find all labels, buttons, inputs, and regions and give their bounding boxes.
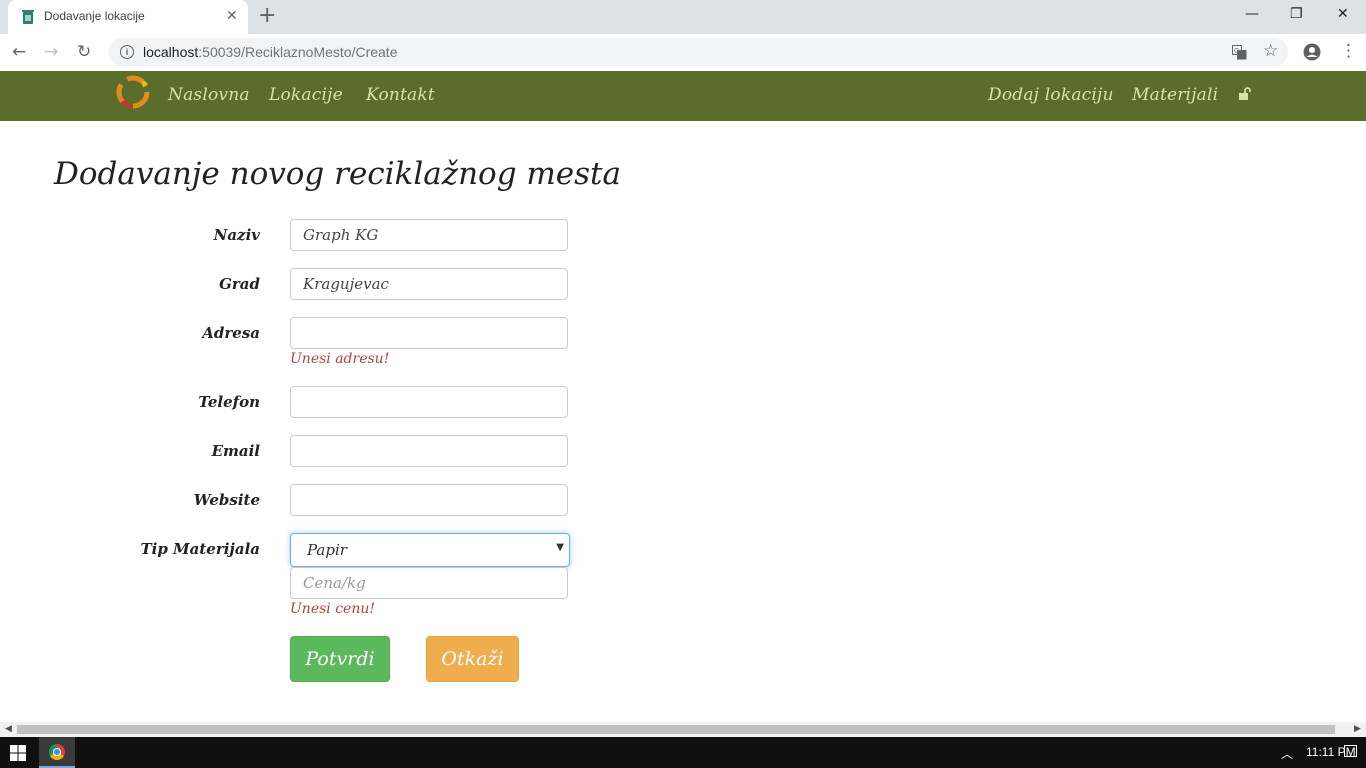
potvrdi-button[interactable]: Potvrdi bbox=[290, 636, 390, 682]
url-path: :50039/ReciklaznoMesto/Create bbox=[198, 44, 398, 60]
telefon-input[interactable] bbox=[290, 386, 568, 418]
website-input[interactable] bbox=[290, 484, 568, 516]
tip-materijala-selected: Papir bbox=[307, 541, 347, 559]
cena-error: Unesi cenu! bbox=[290, 601, 375, 617]
browser-toolbar: ← → ↻ i localhost:50039/ReciklaznoMesto/… bbox=[0, 34, 1366, 72]
horizontal-scrollbar[interactable]: ◀ ▶ bbox=[0, 722, 1366, 737]
profile-avatar-icon[interactable] bbox=[1303, 43, 1321, 61]
nav-kontakt[interactable]: Kontakt bbox=[366, 85, 435, 105]
window-close-icon[interactable]: ✕ bbox=[1337, 6, 1349, 22]
url-host: localhost bbox=[143, 44, 199, 60]
reload-icon[interactable]: ↻ bbox=[77, 42, 91, 62]
tip-materijala-select[interactable]: Papir ▼ bbox=[290, 533, 570, 567]
website-label: Website bbox=[193, 491, 260, 509]
naziv-label: Naziv bbox=[213, 226, 260, 244]
cena-input[interactable] bbox=[290, 567, 568, 599]
translate-icon[interactable]: G bbox=[1232, 45, 1247, 60]
page-title: Dodavanje novog reciklažnog mesta bbox=[54, 156, 621, 192]
nav-dodaj-lokaciju[interactable]: Dodaj lokaciju bbox=[988, 85, 1114, 105]
browser-tab-strip: Dodavanje lokacije ✕ + — ❐ ✕ bbox=[0, 0, 1366, 34]
windows-taskbar: ︿ 11:11 PM bbox=[0, 737, 1366, 768]
telefon-label: Telefon bbox=[198, 393, 260, 411]
site-info-icon[interactable]: i bbox=[120, 45, 134, 59]
grad-label: Grad bbox=[219, 275, 260, 293]
restore-icon[interactable]: ❐ bbox=[1290, 6, 1303, 22]
tip-materijala-label: Tip Materijala bbox=[140, 540, 260, 558]
taskbar-chrome-button[interactable] bbox=[39, 737, 75, 768]
adresa-input[interactable] bbox=[290, 317, 568, 349]
bookmark-star-icon[interactable]: ☆ bbox=[1263, 41, 1278, 61]
new-tab-icon[interactable]: + bbox=[258, 5, 276, 27]
url-text[interactable]: localhost:50039/ReciklaznoMesto/Create bbox=[143, 44, 398, 60]
forward-icon[interactable]: → bbox=[44, 42, 58, 62]
scroll-right-icon[interactable]: ▶ bbox=[1354, 724, 1361, 734]
email-input[interactable] bbox=[290, 435, 568, 467]
browser-tab[interactable]: Dodavanje lokacije ✕ bbox=[8, 0, 248, 34]
grad-input[interactable] bbox=[290, 268, 568, 300]
otkazi-button[interactable]: Otkaži bbox=[426, 636, 519, 682]
tab-title: Dodavanje lokacije bbox=[44, 9, 145, 23]
nav-lokacije[interactable]: Lokacije bbox=[269, 85, 343, 105]
windows-start-icon[interactable] bbox=[10, 745, 26, 761]
minimize-icon[interactable]: — bbox=[1245, 6, 1259, 22]
chrome-icon bbox=[49, 744, 65, 760]
naziv-input[interactable] bbox=[290, 219, 568, 251]
svg-text:G: G bbox=[1234, 48, 1239, 55]
tray-chevron-up-icon[interactable]: ︿ bbox=[1281, 745, 1293, 762]
nav-naslovna[interactable]: Naslovna bbox=[168, 85, 250, 105]
nav-materijali[interactable]: Materijali bbox=[1132, 85, 1218, 105]
site-navbar: Naslovna Lokacije Kontakt Dodaj lokaciju… bbox=[0, 71, 1366, 121]
adresa-error: Unesi adresu! bbox=[290, 351, 390, 367]
recycle-logo-icon[interactable] bbox=[116, 75, 150, 109]
scroll-left-icon[interactable]: ◀ bbox=[5, 724, 12, 734]
adresa-label: Adresa bbox=[202, 324, 260, 342]
tab-close-icon[interactable]: ✕ bbox=[226, 8, 238, 24]
recycle-bin-favicon-icon bbox=[22, 10, 34, 24]
menu-kebab-icon[interactable]: ⋮ bbox=[1340, 41, 1357, 61]
notification-icon[interactable] bbox=[1344, 745, 1357, 757]
back-icon[interactable]: ← bbox=[12, 42, 26, 62]
email-label: Email bbox=[211, 442, 260, 460]
dropdown-arrow-icon: ▼ bbox=[556, 542, 564, 553]
scrollbar-thumb[interactable] bbox=[17, 725, 1335, 734]
address-bar[interactable]: i localhost:50039/ReciklaznoMesto/Create… bbox=[108, 38, 1288, 66]
unlock-icon[interactable] bbox=[1238, 87, 1252, 101]
